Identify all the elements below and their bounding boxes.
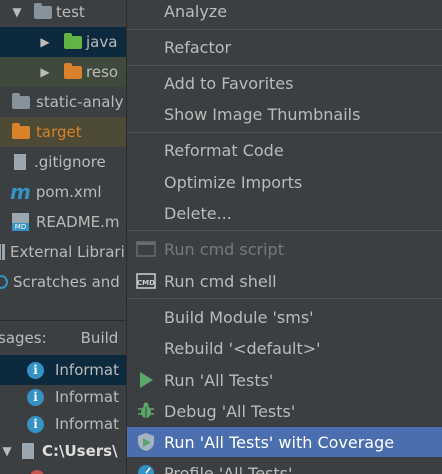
- menu-item-run-cmd-shell[interactable]: CMD Run cmd shell: [127, 266, 442, 296]
- info-icon: i: [27, 388, 44, 406]
- file-icon: [22, 443, 34, 459]
- menu-item-build-module[interactable]: Build Module 'sms': [127, 302, 442, 332]
- tab-build[interactable]: Build: [72, 323, 126, 353]
- context-menu: Analyze Refactor Add to Favorites Show I…: [126, 0, 442, 474]
- debug-icon: [136, 401, 156, 421]
- menu-item-delete[interactable]: Delete...: [127, 198, 442, 228]
- menu-item-optimize-imports[interactable]: Optimize Imports: [127, 167, 442, 197]
- excluded-folder-icon: [12, 122, 30, 139]
- scratches-icon: [0, 275, 8, 289]
- coverage-icon: [136, 432, 156, 452]
- chevron-down-icon[interactable]: ▼: [10, 5, 24, 19]
- profile-icon: [136, 463, 156, 474]
- cmd-icon: CMD: [136, 271, 156, 291]
- menu-separator: [127, 29, 442, 30]
- folder-icon: [12, 92, 30, 109]
- tree-item-resources[interactable]: ▶ reso: [0, 57, 126, 87]
- tree-item-pom[interactable]: m pom.xml: [0, 177, 126, 207]
- tree-item-java[interactable]: ▶ java: [0, 27, 126, 57]
- run-icon: [136, 370, 156, 390]
- menu-item-debug-all-tests[interactable]: Debug 'All Tests': [127, 396, 442, 426]
- library-icon: [0, 244, 5, 260]
- messages-label: sages:: [0, 329, 47, 347]
- markdown-file-icon: MD: [12, 213, 29, 231]
- folder-icon: [34, 2, 52, 19]
- chevron-down-icon[interactable]: ▼: [0, 444, 14, 458]
- message-row[interactable]: i Informat: [0, 409, 126, 439]
- menu-separator: [127, 65, 442, 66]
- chevron-right-icon[interactable]: ▶: [38, 65, 52, 79]
- info-icon: i: [27, 361, 44, 379]
- tree-item-gitignore[interactable]: .gitignore: [0, 147, 126, 177]
- menu-separator: [127, 298, 442, 299]
- svg-text:CMD: CMD: [137, 279, 155, 287]
- resources-folder-icon: [64, 62, 82, 79]
- menu-item-refactor[interactable]: Refactor: [127, 32, 442, 62]
- menu-item-run-all-tests[interactable]: Run 'All Tests': [127, 365, 442, 395]
- message-row[interactable]: i Informat: [0, 382, 126, 412]
- message-error-row[interactable]: [0, 462, 126, 474]
- test-folder-icon: [64, 32, 82, 49]
- menu-separator: [127, 230, 442, 231]
- chevron-right-icon[interactable]: ▶: [38, 35, 52, 49]
- menu-item-run-with-coverage[interactable]: Run 'All Tests' with Coverage: [127, 427, 442, 457]
- tree-item-static-analysis[interactable]: static-analy: [0, 87, 126, 117]
- tree-item-scratches[interactable]: Scratches and: [0, 267, 126, 297]
- text-file-icon: [14, 154, 26, 170]
- menu-item-analyze[interactable]: Analyze: [127, 0, 442, 26]
- messages-toolbar: sages: Build: [0, 320, 126, 356]
- tree-item-external-libraries[interactable]: External Librari: [0, 237, 126, 267]
- menu-item-reformat-code[interactable]: Reformat Code: [127, 135, 442, 165]
- menu-item-add-to-favorites[interactable]: Add to Favorites: [127, 68, 442, 98]
- error-icon: [30, 470, 44, 474]
- info-icon: i: [27, 415, 44, 433]
- tree-item-target[interactable]: target: [0, 117, 126, 147]
- menu-item-show-image-thumbnails[interactable]: Show Image Thumbnails: [127, 99, 442, 129]
- message-row[interactable]: i Informat: [0, 355, 126, 385]
- menu-item-run-cmd-script[interactable]: Run cmd script: [127, 234, 442, 264]
- menu-item-rebuild[interactable]: Rebuild '<default>': [127, 333, 442, 363]
- cmd-icon: [136, 239, 156, 259]
- project-tree-panel: ▼ test ▶ java ▶ reso static-analy target…: [0, 0, 126, 474]
- menu-separator: [127, 132, 442, 133]
- tree-item-readme[interactable]: MD README.m: [0, 207, 126, 237]
- md-badge: MD: [12, 223, 29, 231]
- tree-item-test[interactable]: ▼ test: [0, 0, 126, 27]
- maven-icon: m: [10, 180, 31, 204]
- menu-item-profile-all-tests[interactable]: Profile 'All Tests': [127, 458, 442, 474]
